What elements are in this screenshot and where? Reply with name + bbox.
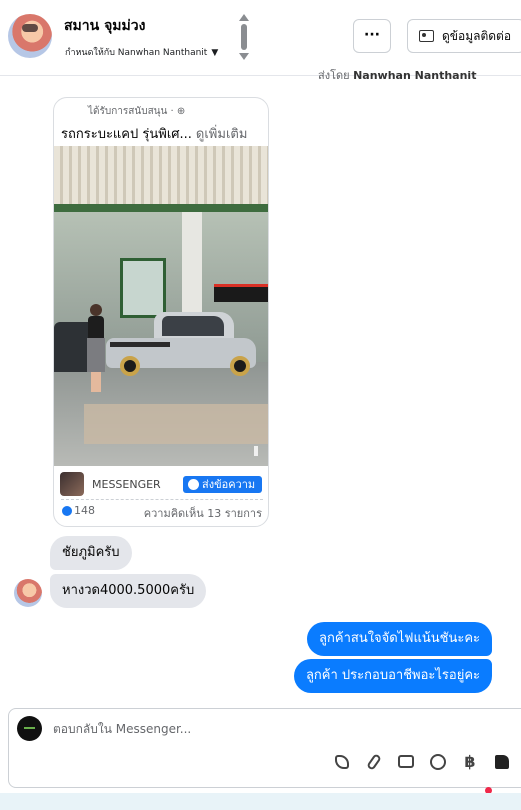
sponsored-label: ได้รับการสนับสนุน · ⊕ xyxy=(88,106,186,117)
scroll-bar xyxy=(241,24,247,50)
view-contact-label: ดูข้อมูลติดต่อ xyxy=(442,29,512,43)
like-icon xyxy=(62,506,72,516)
comments-count[interactable]: ความคิดเห็น 13 รายการ xyxy=(144,504,262,522)
reply-composer: ฿ xyxy=(8,708,521,794)
payment-icon[interactable]: ฿ xyxy=(459,751,481,773)
contact-avatar-small xyxy=(14,579,42,607)
assignee-dropdown[interactable]: กำหนดให้กับ Nanwhan Nanthanit ▼ xyxy=(65,45,218,59)
incoming-message[interactable]: หางวด4000.5000ครับ xyxy=(50,574,207,608)
see-more-link[interactable]: ดูเพิ่มเติม xyxy=(196,127,247,142)
add-call-icon[interactable] xyxy=(331,751,353,773)
composer-toolbar: ฿ xyxy=(9,747,521,794)
emoji-icon[interactable] xyxy=(427,751,449,773)
contact-avatar[interactable] xyxy=(8,14,52,58)
ad-stats: 148 ความคิดเห็น 13 รายการ xyxy=(54,504,268,522)
attachment-icon[interactable] xyxy=(363,751,385,773)
divider xyxy=(61,499,263,500)
saved-replies-icon[interactable] xyxy=(395,751,417,773)
contact-card-icon xyxy=(419,30,434,42)
conversation-header: สมาน จุมม่วง กำหนดให้กับ Nanwhan Nanthan… xyxy=(0,0,521,76)
like-count: 148 xyxy=(74,504,95,517)
sent-by-label: ส่งโดย Nanwhan Nanthanit xyxy=(318,69,477,82)
pickup-truck-image xyxy=(106,312,256,376)
caret-down-icon: ▼ xyxy=(211,48,219,58)
person-image xyxy=(86,304,106,392)
contact-name[interactable]: สมาน จุมม่วง xyxy=(64,15,145,37)
send-message-button[interactable]: ส่งข้อความ xyxy=(183,476,262,493)
outgoing-message[interactable]: ลูกค้าสนใจจัดไฟแน้นชันะคะ xyxy=(307,622,492,656)
ad-card[interactable]: ได้รับการสนับสนุน · ⊕ รถกระบะแคป รุ่นพิเ… xyxy=(53,97,269,527)
view-contact-button[interactable]: ดูข้อมูลติดต่อ xyxy=(407,19,521,53)
thumbs-up-icon[interactable] xyxy=(491,751,513,773)
volume-icon[interactable] xyxy=(254,446,264,456)
source-label: MESSENGER xyxy=(92,478,161,491)
messenger-icon xyxy=(188,479,199,490)
outgoing-message[interactable]: ลูกค้า ประกอบอาชีพอะไรอยู่คะ xyxy=(293,659,492,693)
arrow-down-icon xyxy=(239,53,249,60)
ad-video[interactable] xyxy=(54,146,268,466)
reply-input[interactable] xyxy=(53,719,453,739)
header-scroll-handle[interactable] xyxy=(238,14,250,60)
ad-thumbnail xyxy=(60,472,84,496)
arrow-up-icon xyxy=(239,14,249,21)
more-options-button[interactable]: ··· xyxy=(353,19,391,53)
page-avatar xyxy=(17,716,42,741)
assignee-label: กำหนดให้กับ Nanwhan Nanthanit xyxy=(65,48,208,58)
bottom-strip xyxy=(0,793,521,810)
ad-cta-row: MESSENGER ส่งข้อความ xyxy=(54,468,268,498)
incoming-message[interactable]: ชัยภูมิครับ xyxy=(50,536,132,570)
ad-title: รถกระบะแคป รุ่นพิเศ... ดูเพิ่มเติม xyxy=(61,127,248,142)
